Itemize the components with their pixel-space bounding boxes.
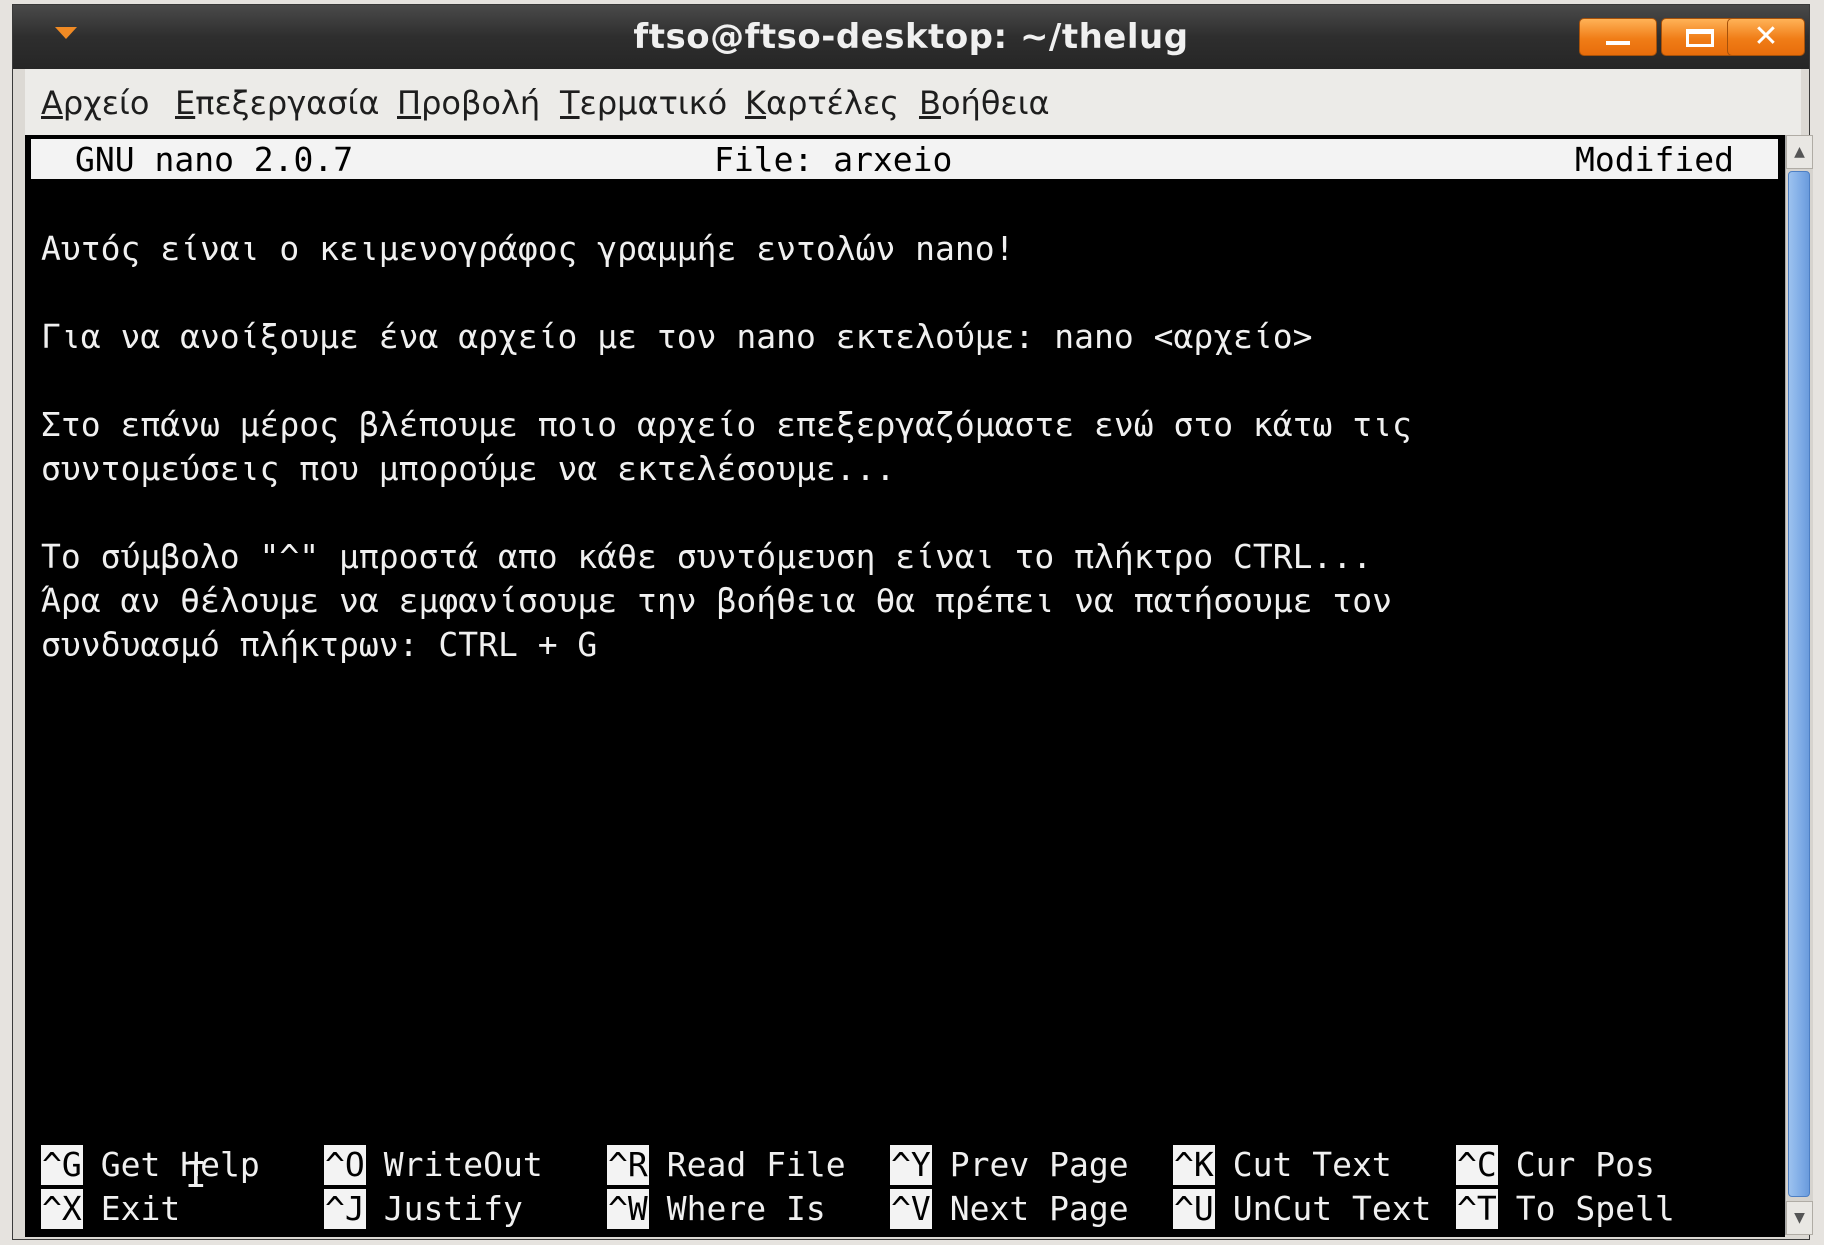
- shortcut-key: ^V: [890, 1189, 932, 1229]
- shortcut-key: ^U: [1173, 1189, 1215, 1229]
- shortcut-key: ^C: [1456, 1145, 1498, 1185]
- shortcut-writeout[interactable]: ^O WriteOut: [324, 1145, 543, 1185]
- scroll-up-icon[interactable]: ▲: [1786, 135, 1813, 169]
- shortcut-get-help[interactable]: ^G Get Help: [41, 1145, 260, 1185]
- menu-view[interactable]: Προβολή: [397, 83, 540, 123]
- shortcut-label: Exit: [100, 1189, 181, 1228]
- shortcut-key: ^W: [607, 1189, 649, 1229]
- maximize-icon: [1686, 29, 1714, 47]
- terminal-screen[interactable]: GNU nano 2.0.7 File: arxeio Modified Αυτ…: [25, 135, 1785, 1237]
- menu-edit[interactable]: Επεξεργασία: [175, 83, 379, 123]
- shortcut-label: WriteOut: [383, 1145, 543, 1184]
- shortcut-label: Next Page: [949, 1189, 1129, 1228]
- shortcut-key: ^K: [1173, 1145, 1215, 1185]
- minimize-button[interactable]: [1579, 18, 1657, 56]
- close-button[interactable]: ✕: [1727, 18, 1805, 56]
- shortcut-key: ^G: [41, 1145, 83, 1185]
- shortcut-key: ^R: [607, 1145, 649, 1185]
- title-bar[interactable]: ftso@ftso-desktop: ~/thelug ✕: [13, 5, 1809, 69]
- menu-file[interactable]: Αρχείο: [41, 83, 149, 123]
- shortcut-bar: ^G Get Help ^O WriteOut ^R Read File ^Y Prev…: [25, 135, 1785, 1237]
- vertical-scrollbar[interactable]: ▲ ▼: [1785, 135, 1813, 1235]
- shortcut-label: Prev Page: [949, 1145, 1129, 1184]
- menu-bar: Αρχείο Επεξεργασία Προβολή Τερματικό Καρ…: [25, 69, 1801, 135]
- shortcut-cut-text[interactable]: ^K Cut Text: [1173, 1145, 1392, 1185]
- shortcut-read-file[interactable]: ^R Read File: [607, 1145, 846, 1185]
- close-icon: ✕: [1753, 19, 1779, 54]
- shortcut-label: Cur Pos: [1515, 1145, 1655, 1184]
- shortcut-where-is[interactable]: ^W Where Is: [607, 1189, 826, 1229]
- shortcut-label: To Spell: [1515, 1189, 1675, 1228]
- shortcut-key: ^O: [324, 1145, 366, 1185]
- shortcut-key: ^Y: [890, 1145, 932, 1185]
- text-cursor-icon: I: [185, 1155, 207, 1196]
- shortcut-label: UnCut Text: [1232, 1189, 1432, 1228]
- menu-terminal[interactable]: Τερματικό: [560, 83, 727, 123]
- shortcut-key: ^X: [41, 1189, 83, 1229]
- menu-tabs[interactable]: Καρτέλες: [745, 83, 899, 123]
- shortcut-to-spell[interactable]: ^T To Spell: [1456, 1189, 1675, 1229]
- shortcut-label: Cut Text: [1232, 1145, 1392, 1184]
- window-title: ftso@ftso-desktop: ~/thelug: [633, 17, 1189, 57]
- shortcut-label: Where Is: [666, 1189, 826, 1228]
- shortcut-next-page[interactable]: ^V Next Page: [890, 1189, 1129, 1229]
- scrollbar-thumb[interactable]: [1788, 171, 1810, 1197]
- shortcut-exit[interactable]: ^X Exit: [41, 1189, 180, 1229]
- terminal-window: ftso@ftso-desktop: ~/thelug ✕ Αρχείο Επε…: [12, 4, 1813, 1240]
- shortcut-key: ^T: [1456, 1189, 1498, 1229]
- shortcut-key: ^J: [324, 1189, 366, 1229]
- shortcut-justify[interactable]: ^J Justify: [324, 1189, 523, 1229]
- shortcut-cur-pos[interactable]: ^C Cur Pos: [1456, 1145, 1655, 1185]
- shortcut-label: Read File: [666, 1145, 846, 1184]
- shortcut-label: Get Help: [100, 1145, 260, 1184]
- shortcut-prev-page[interactable]: ^Y Prev Page: [890, 1145, 1129, 1185]
- minimize-icon: [1606, 41, 1630, 45]
- menu-help[interactable]: Βοήθεια: [919, 83, 1050, 123]
- shortcut-label: Justify: [383, 1189, 523, 1228]
- scroll-down-icon[interactable]: ▼: [1786, 1201, 1813, 1235]
- shortcut-uncut-text[interactable]: ^U UnCut Text: [1173, 1189, 1431, 1229]
